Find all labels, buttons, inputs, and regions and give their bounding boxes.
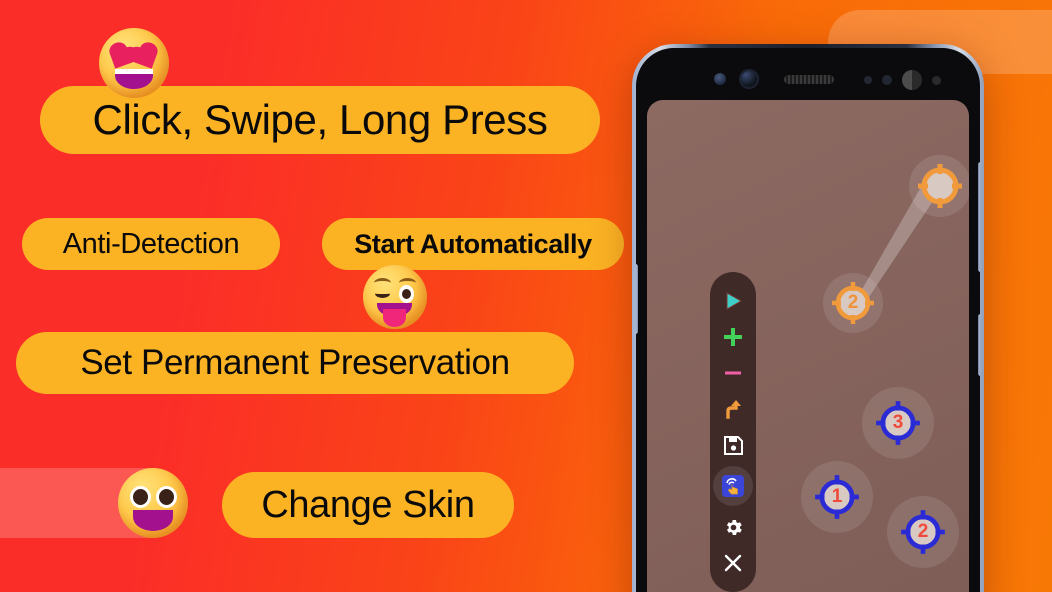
click-point-1[interactable]: 1 — [812, 472, 862, 522]
earpiece-speaker-icon — [784, 75, 834, 84]
phone-mockup: 2 3 1 2 — [632, 44, 984, 592]
feature-pill-label: Click, Swipe, Long Press — [92, 96, 548, 143]
feature-pill-change-skin: Change Skin — [222, 472, 514, 538]
click-point-label: 2 — [917, 521, 929, 542]
iris-scanner-icon — [902, 70, 922, 90]
swipe-start-label: 2 — [847, 292, 859, 313]
feature-pill-label: Change Skin — [261, 483, 475, 526]
emoji-eye-left — [130, 486, 151, 508]
swipe-start-marker[interactable]: 2 — [829, 279, 877, 327]
phone-screen: 2 3 1 2 — [647, 100, 969, 592]
emoji-mouth — [115, 69, 153, 89]
emoji-eye-right — [399, 285, 414, 303]
heart-eye-right-icon — [134, 47, 158, 69]
sensor-dot-icon — [864, 76, 872, 84]
grinning-face-emoji — [118, 468, 188, 538]
feature-pill-label: Set Permanent Preservation — [80, 343, 510, 382]
smiling-face-with-heart-eyes-emoji — [99, 28, 169, 98]
phone-side-button-left[interactable] — [636, 264, 638, 334]
emoji-brow-left — [374, 278, 391, 288]
sensor-dot-icon — [882, 75, 892, 85]
proximity-sensor-icon — [714, 73, 726, 85]
emoji-eye-right — [156, 486, 177, 508]
feature-pill-start-automatically: Start Automatically — [322, 218, 624, 270]
emoji-mouth — [133, 510, 173, 531]
click-point-label: 3 — [892, 412, 904, 433]
sensor-dot-icon — [932, 76, 941, 85]
feature-pill-label: Anti-Detection — [62, 227, 240, 260]
front-camera-icon — [739, 69, 759, 89]
click-point-label: 1 — [831, 486, 843, 507]
feature-pill-anti-detection: Anti-Detection — [22, 218, 280, 270]
feature-pill-set-permanent-preservation: Set Permanent Preservation — [16, 332, 574, 394]
winking-face-with-tongue-emoji — [363, 265, 427, 329]
click-point-2[interactable]: 2 — [898, 507, 948, 557]
phone-power-button[interactable] — [978, 314, 980, 376]
feature-pill-label: Start Automatically — [354, 228, 592, 259]
click-point-3[interactable]: 3 — [873, 398, 923, 448]
emoji-eye-closed-left — [375, 289, 390, 298]
swipe-end-marker[interactable] — [916, 162, 964, 215]
phone-volume-button[interactable] — [978, 162, 980, 272]
emoji-tongue — [383, 309, 406, 327]
